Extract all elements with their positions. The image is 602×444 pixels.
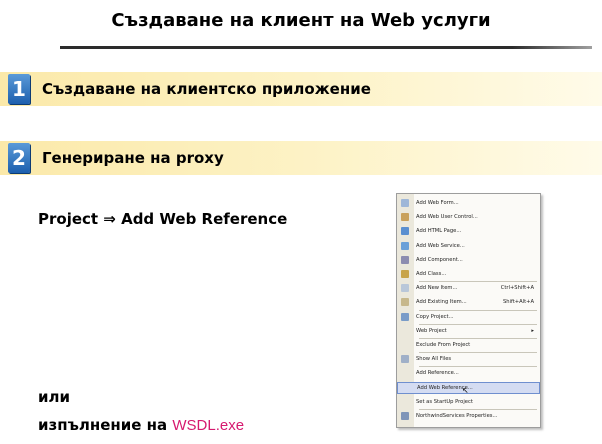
slide-title: Създаване на клиент на Web услуги [111,9,491,31]
step-1-label: Създаване на клиентско приложение [42,80,371,98]
menu-item-shortcut: Ctrl+Shift+A [500,285,534,292]
slide: Създаване на клиент на Web услуги 1 Създ… [0,0,602,444]
copy-project-icon [401,312,409,321]
class-icon [401,270,409,278]
web-service-icon [401,241,409,250]
menu-item[interactable]: Set as StartUp Project [397,396,540,408]
new-item-icon [401,284,409,293]
menu-item-label: Exclude From Project [416,342,471,348]
menu-item[interactable]: Add Web Reference... ↖ [397,381,540,395]
menu-item[interactable]: Add Existing Item... Shift+Alt+A [397,296,540,308]
menu-item-label: Show All Files [416,356,452,363]
menu-item[interactable]: Add New Item... Ctrl+Shift+A [397,282,540,294]
or-text: или [38,388,71,406]
menu-item-label: Add Existing Item... [416,299,467,306]
menu-item-label: Set as StartUp Project [416,398,473,405]
html-page-icon [401,227,409,236]
step-1-number: 1 [8,74,30,104]
menu-item-label: NorthwindServices Properties... [416,413,498,419]
properties-icon [401,412,409,420]
project-context-menu: Add Web Form... Add Web User Control... Ad… [396,193,541,428]
step-2: 2 Генериране на proxy [0,141,602,175]
menu-item[interactable]: Add Reference... [397,367,540,379]
existing-item-icon [401,298,409,307]
menu-item-label: Add Reference... [416,370,459,377]
step-2-number: 2 [8,143,30,173]
menu-item[interactable]: NorthwindServices Properties... [397,410,540,422]
menu-item-shortcut: Shift+Alt+A [502,299,534,306]
menu-item-label: Web Project [416,327,447,334]
exec-line: изпълнение на WSDL.exe [38,416,244,434]
show-files-icon [401,355,409,364]
menu-item-label: Add Web User Control... [416,214,478,221]
menu-item-blank-icon [401,369,409,377]
submenu-arrow-icon: ▸ [531,327,534,334]
menu-item[interactable]: Show All Files [397,353,540,365]
menu-item[interactable]: Exclude From Project [397,339,540,351]
menu-item-label: Add HTML Page... [416,228,462,235]
title-underline [60,46,592,49]
menu-item[interactable]: Add Component... [397,254,540,266]
menu-item-blank-icon [401,327,409,335]
menu-item-label: Add Web Form... [416,200,459,206]
menu-item-blank-icon [401,398,409,406]
menu-item-label: Add Web Service... [416,242,465,249]
menu-item-label: Add Class... [416,271,447,277]
web-form-icon [401,199,409,207]
user-control-icon [401,213,409,222]
menu-item-label: Add Component... [416,256,463,263]
exec-text: изпълнение на [38,416,173,434]
menu-item[interactable]: Copy Project... [397,311,540,323]
menu-item-label: Add New Item... [416,285,458,292]
menu-item[interactable]: Add Class... [397,268,540,280]
menu-item[interactable]: Web Project ▸ [397,325,540,337]
title-bar: Създаване на клиент на Web услуги [0,0,602,52]
menu-item-blank-icon [402,384,410,392]
wsdl-link[interactable]: WSDL.exe [172,417,244,434]
menu-item[interactable]: Add HTML Page... [397,225,540,237]
project-menu-path: Project ⇒ Add Web Reference [38,210,288,228]
menu-item[interactable]: Add Web User Control... [397,211,540,223]
step-2-label: Генериране на proxy [42,149,224,167]
menu-item[interactable]: Add Web Form... [397,197,540,209]
mouse-cursor-icon: ↖ [462,385,469,395]
menu-item[interactable]: Add Web Service... [397,240,540,252]
step-1: 1 Създаване на клиентско приложение [0,72,602,106]
component-icon [401,255,409,264]
menu-item-label: Copy Project... [416,313,454,320]
menu-item-blank-icon [401,341,409,349]
